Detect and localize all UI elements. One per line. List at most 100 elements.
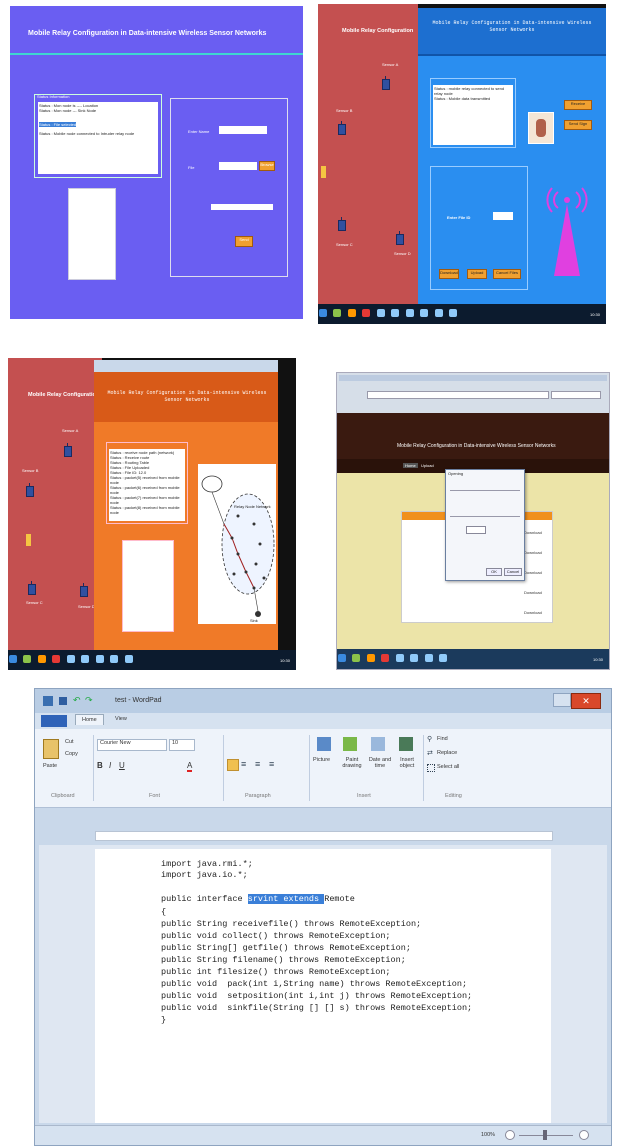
- open-with-select[interactable]: [466, 526, 486, 534]
- status-line: Status : packet(7) received from mobile …: [110, 495, 180, 505]
- search-bar[interactable]: [551, 391, 601, 399]
- taskbar-app-icon[interactable]: [420, 308, 429, 317]
- send-sign-button[interactable]: Send Sign: [564, 120, 592, 130]
- redo-icon[interactable]: ↷: [85, 695, 93, 706]
- taskbar-app-icon[interactable]: [391, 308, 400, 317]
- dialog-cancel-button[interactable]: Cancel: [504, 568, 522, 576]
- taskbar-app-icon[interactable]: [434, 308, 443, 317]
- file-menu-button[interactable]: [41, 715, 67, 727]
- copy-button[interactable]: Copy: [65, 751, 78, 757]
- code-line: public void collect() throws RemoteExcep…: [161, 931, 391, 941]
- cancel-files-button[interactable]: Cancel Files: [493, 269, 521, 279]
- progress-bar: [211, 204, 273, 210]
- font-color-icon[interactable]: A: [187, 761, 193, 772]
- upload-button[interactable]: Upload: [467, 269, 487, 279]
- start-icon[interactable]: [9, 654, 17, 663]
- paste-icon[interactable]: [43, 739, 59, 759]
- browse-button[interactable]: Browse: [259, 161, 275, 171]
- bold-button[interactable]: B: [97, 761, 103, 770]
- nav-home[interactable]: Home: [403, 463, 418, 468]
- file-label: File: [188, 165, 195, 170]
- date-time-button[interactable]: Date and time: [367, 757, 393, 769]
- taskbar-app-icon[interactable]: [449, 308, 458, 317]
- taskbar-app-icon[interactable]: [81, 654, 90, 663]
- taskbar-app-icon[interactable]: [66, 654, 75, 663]
- find-button[interactable]: Find: [437, 736, 448, 742]
- name-input[interactable]: [219, 126, 267, 134]
- download-button[interactable]: Download: [439, 269, 459, 279]
- justify-icon[interactable]: ≡: [269, 759, 274, 769]
- replace-button[interactable]: Replace: [437, 750, 457, 756]
- calendar-icon[interactable]: [371, 737, 385, 751]
- cut-button[interactable]: Cut: [65, 739, 74, 745]
- zoom-in-button[interactable]: [579, 1130, 589, 1140]
- download-link[interactable]: Download: [524, 610, 542, 615]
- insert-object-button[interactable]: Insert object: [395, 757, 419, 769]
- object-icon[interactable]: [399, 737, 413, 751]
- select-all-icon[interactable]: [427, 764, 435, 772]
- select-all-button[interactable]: Select all: [437, 764, 459, 770]
- paint-drawing-button[interactable]: Paint drawing: [339, 757, 365, 769]
- save-icon[interactable]: [59, 697, 67, 705]
- tab-view[interactable]: View: [115, 716, 127, 722]
- code-line: import java.rmi.*;: [161, 859, 253, 869]
- taskbar-app-icon[interactable]: [405, 308, 414, 317]
- taskbar-app-icon[interactable]: [347, 308, 356, 317]
- tab-home[interactable]: Home: [75, 714, 104, 725]
- taskbar-app-icon[interactable]: [424, 653, 433, 662]
- zoom-out-button[interactable]: [505, 1130, 515, 1140]
- taskbar-app-icon[interactable]: [95, 654, 104, 663]
- download-link[interactable]: Download: [524, 590, 542, 595]
- binoculars-icon[interactable]: ⚲: [427, 735, 432, 743]
- status-line: Status : packet(8) received from mobile …: [110, 505, 180, 515]
- font-size-select[interactable]: 10: [169, 739, 195, 751]
- taskbar-app-icon[interactable]: [333, 308, 342, 317]
- start-icon[interactable]: [319, 308, 327, 317]
- send-button[interactable]: Send: [235, 236, 253, 247]
- replace-icon[interactable]: ⇄: [427, 749, 433, 757]
- sensor-label: Sensor C: [336, 242, 353, 247]
- close-button[interactable]: ✕: [571, 693, 601, 709]
- picture-button[interactable]: Picture: [313, 757, 330, 763]
- download-link[interactable]: Download: [524, 530, 542, 535]
- zoom-level: 100%: [481, 1132, 496, 1138]
- download-link[interactable]: Download: [524, 550, 542, 555]
- taskbar-app-icon[interactable]: [439, 653, 448, 662]
- document-page[interactable]: import java.rmi.*; import java.io.*; pub…: [95, 849, 551, 1123]
- header-title: Mobile Relay Configuration in Data-inten…: [107, 390, 267, 403]
- zoom-slider-thumb[interactable]: [543, 1130, 547, 1140]
- receive-button[interactable]: Receive: [564, 100, 592, 110]
- paint-icon[interactable]: [343, 737, 357, 751]
- taskbar-app-icon[interactable]: [366, 653, 375, 662]
- nav-upload[interactable]: Upload: [421, 463, 434, 468]
- taskbar-app-icon[interactable]: [395, 653, 404, 662]
- taskbar-app-icon[interactable]: [410, 653, 419, 662]
- address-bar[interactable]: [367, 391, 549, 399]
- taskbar-app-icon[interactable]: [23, 654, 32, 663]
- taskbar-app-icon[interactable]: [352, 653, 361, 662]
- taskbar-app-icon[interactable]: [362, 308, 371, 317]
- minimize-button[interactable]: [553, 693, 571, 707]
- start-icon[interactable]: [338, 653, 346, 662]
- paste-button[interactable]: Paste: [43, 763, 57, 769]
- undo-icon[interactable]: ↶: [73, 695, 81, 706]
- taskbar-app-icon[interactable]: [376, 308, 385, 317]
- wordpad-app-icon[interactable]: [43, 696, 53, 706]
- file-id-input[interactable]: [493, 212, 513, 220]
- taskbar-app-icon[interactable]: [37, 654, 46, 663]
- align-left-button[interactable]: [227, 759, 239, 771]
- taskbar-app-icon[interactable]: [110, 654, 119, 663]
- download-dialog: Opening OK Cancel: [445, 469, 525, 581]
- font-name-select[interactable]: Courier New: [97, 739, 167, 751]
- file-input[interactable]: [219, 162, 257, 170]
- dialog-ok-button[interactable]: OK: [486, 568, 502, 576]
- download-link[interactable]: Download: [524, 570, 542, 575]
- align-center-icon[interactable]: ≡: [241, 759, 246, 769]
- align-right-icon[interactable]: ≡: [255, 759, 260, 769]
- taskbar-app-icon[interactable]: [52, 654, 61, 663]
- taskbar-app-icon[interactable]: [381, 653, 390, 662]
- taskbar-app-icon[interactable]: [124, 654, 133, 663]
- underline-button[interactable]: U: [119, 761, 125, 770]
- italic-button[interactable]: I: [109, 761, 111, 770]
- picture-icon[interactable]: [317, 737, 331, 751]
